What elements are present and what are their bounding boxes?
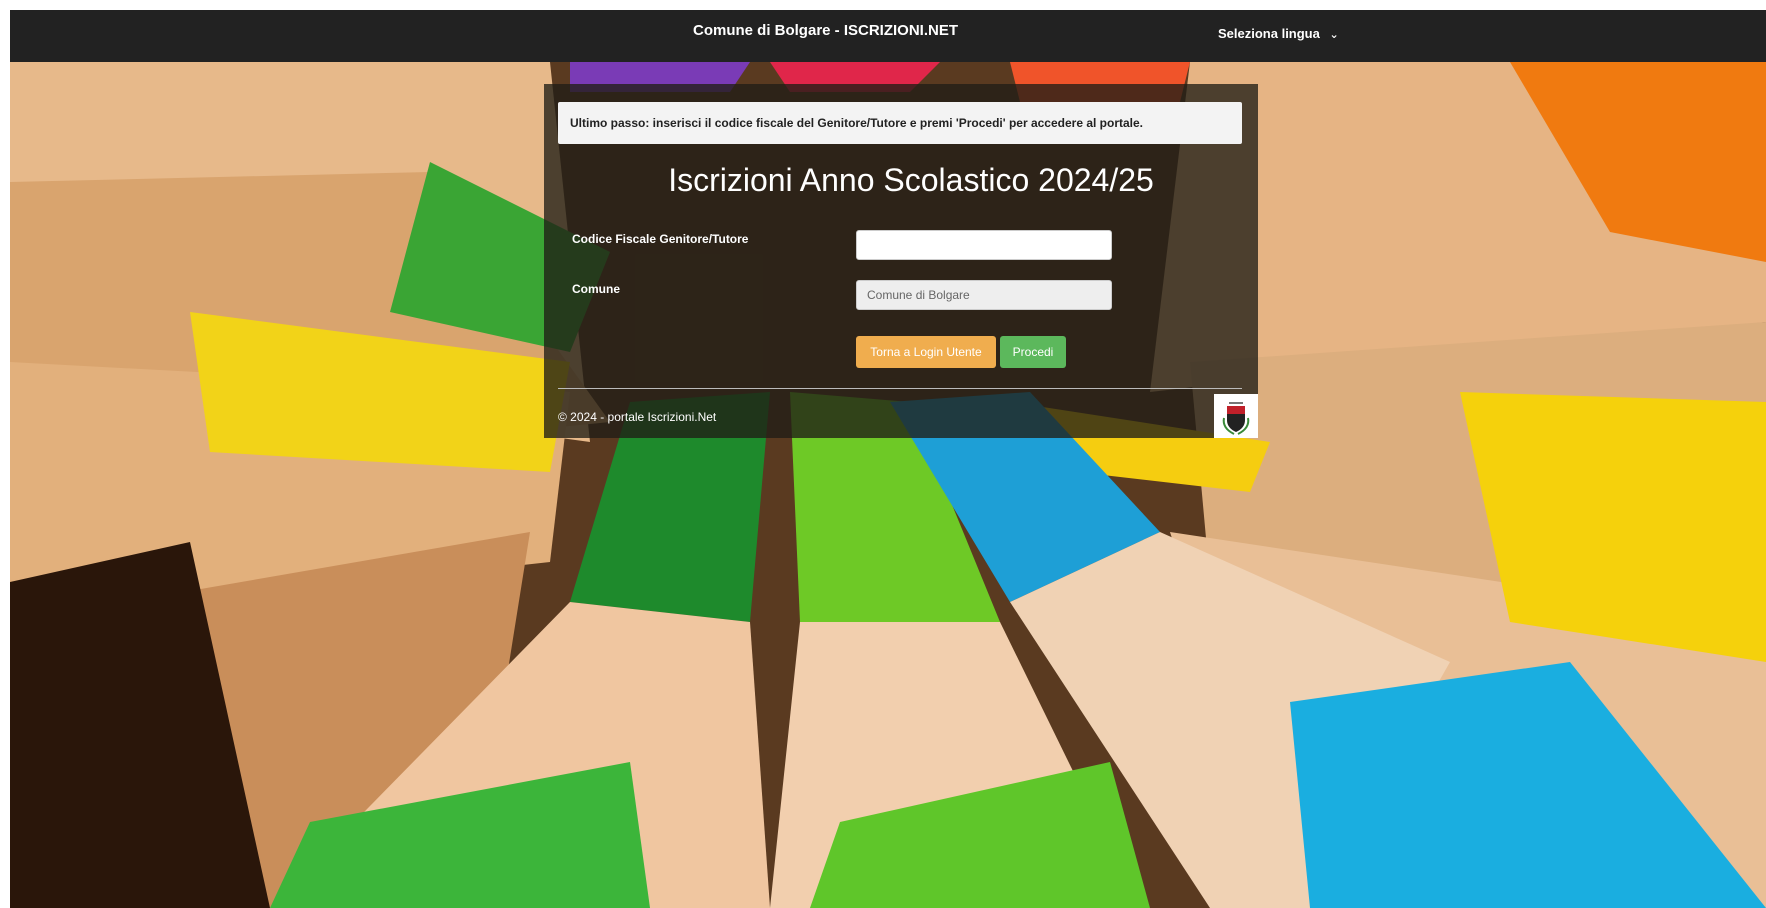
site-title: Comune di Bolgare - ISCRIZIONI.NET (692, 22, 958, 39)
back-to-login-button[interactable]: Torna a Login Utente (856, 336, 996, 368)
chevron-down-icon: ⌄ (1329, 29, 1339, 41)
language-selector-label: Seleziona lingua (1218, 26, 1320, 41)
copyright-text: © 2024 - portale Iscrizioni.Net (558, 410, 717, 424)
proceed-button[interactable]: Procedi (1000, 336, 1066, 368)
footer-divider (558, 388, 1242, 389)
comune-input[interactable] (856, 280, 1112, 310)
comune-label: Comune (572, 282, 620, 296)
info-notice: Ultimo passo: inserisci il codice fiscal… (558, 102, 1242, 144)
page-title: Iscrizioni Anno Scolastico 2024/25 (668, 162, 1154, 198)
browser-viewport: Comune di Bolgare - ISCRIZIONI.NET Selez… (10, 10, 1766, 908)
coat-of-arms-icon (1214, 394, 1258, 438)
codice-fiscale-label: Codice Fiscale Genitore/Tutore (572, 232, 749, 246)
login-panel: Ultimo passo: inserisci il codice fiscal… (544, 84, 1258, 438)
codice-fiscale-input[interactable] (856, 230, 1112, 260)
top-navbar: Comune di Bolgare - ISCRIZIONI.NET Selez… (10, 10, 1766, 62)
language-selector[interactable]: Seleziona lingua ⌄ (1218, 26, 1339, 41)
